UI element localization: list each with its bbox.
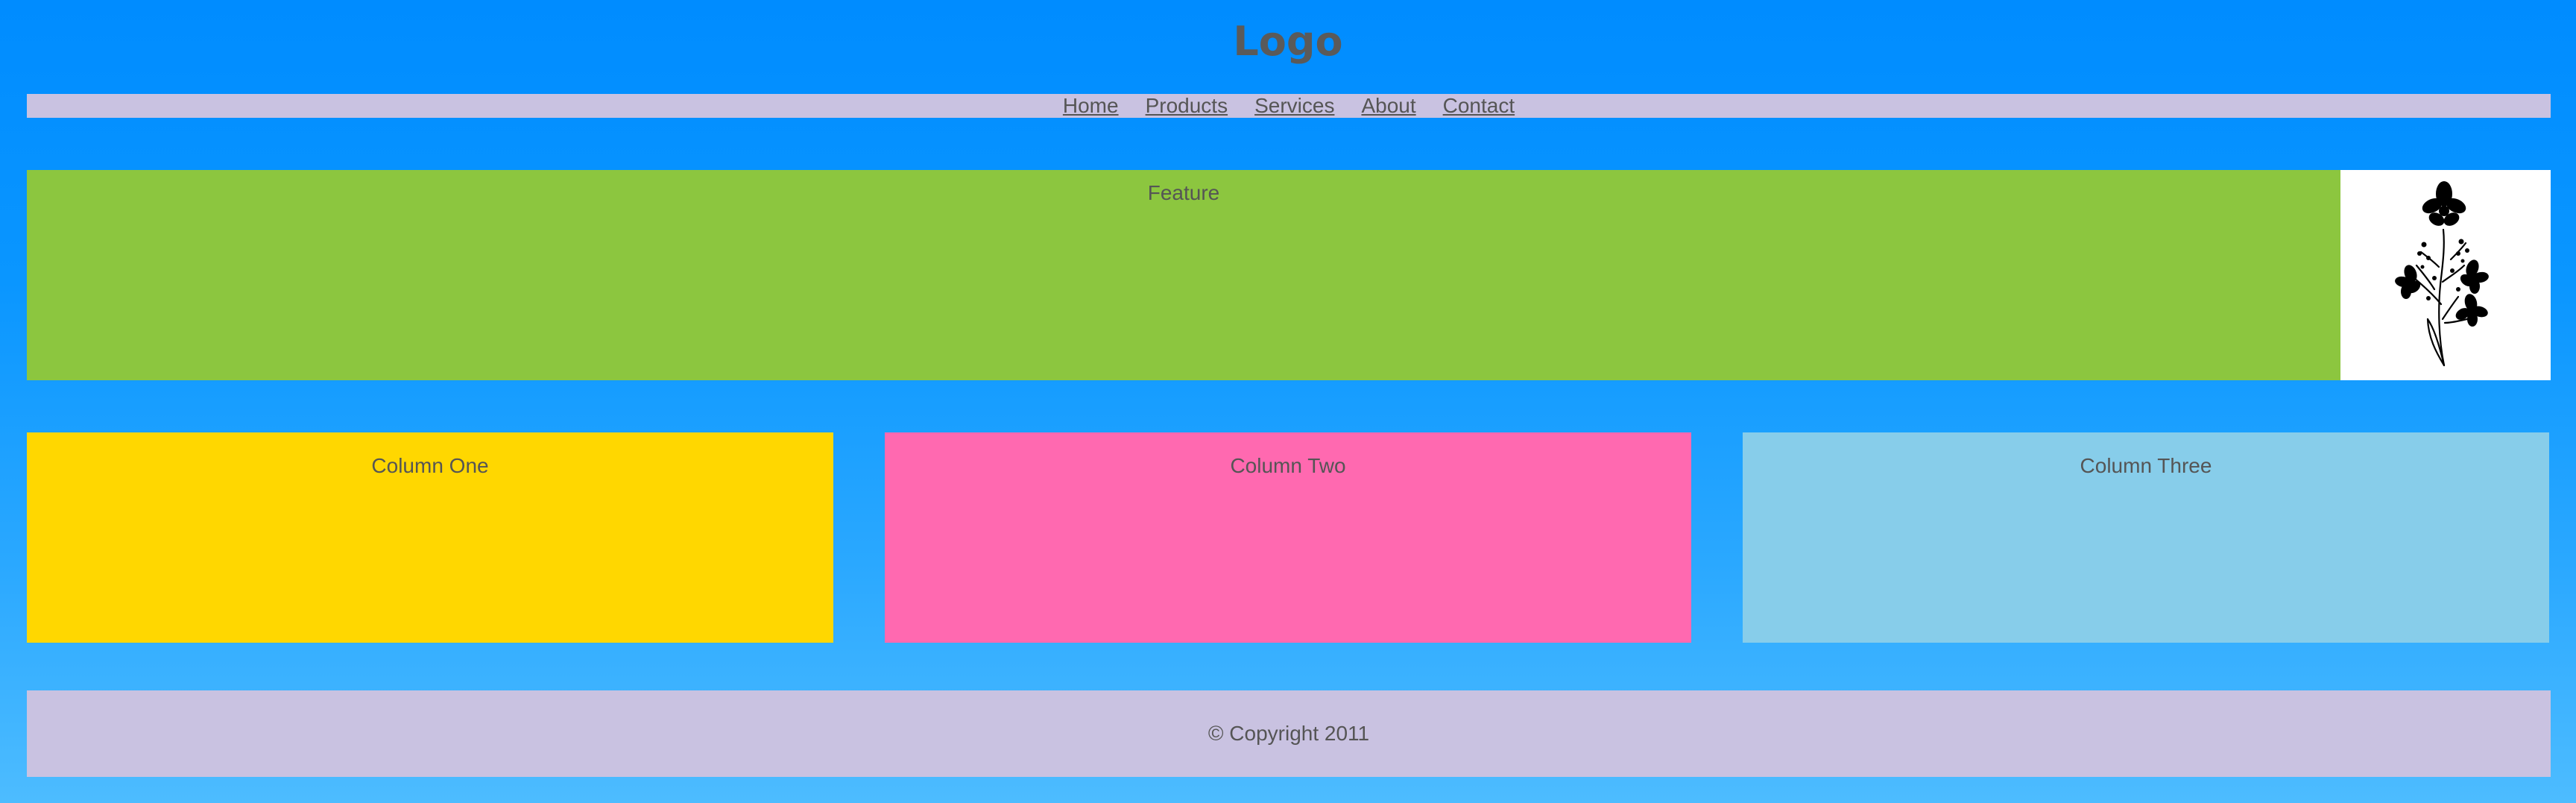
column-three-label: Column Three <box>2080 454 2212 477</box>
feature-image <box>2340 170 2551 380</box>
flower-bouquet-icon <box>2395 181 2489 367</box>
nav-link-services[interactable]: Services <box>1254 94 1334 118</box>
nav-link-home[interactable]: Home <box>1063 94 1119 118</box>
main-nav: Home Products Services About Contact <box>27 94 2551 118</box>
feature-label: Feature <box>1147 181 1220 204</box>
nav-link-contact[interactable]: Contact <box>1443 94 1515 118</box>
column-two-label: Column Two <box>1230 454 1346 477</box>
nav-link-products[interactable]: Products <box>1146 94 1228 118</box>
column-three: Column Three <box>1743 432 2549 643</box>
footer: © Copyright 2011 <box>27 690 2551 777</box>
feature-panel: Feature <box>27 170 2340 380</box>
column-one: Column One <box>27 432 833 643</box>
column-two: Column Two <box>885 432 1691 643</box>
logo[interactable]: Logo <box>0 13 2576 70</box>
copyright-text: © Copyright 2011 <box>1208 722 1370 745</box>
nav-link-about[interactable]: About <box>1361 94 1415 118</box>
column-one-label: Column One <box>371 454 489 477</box>
